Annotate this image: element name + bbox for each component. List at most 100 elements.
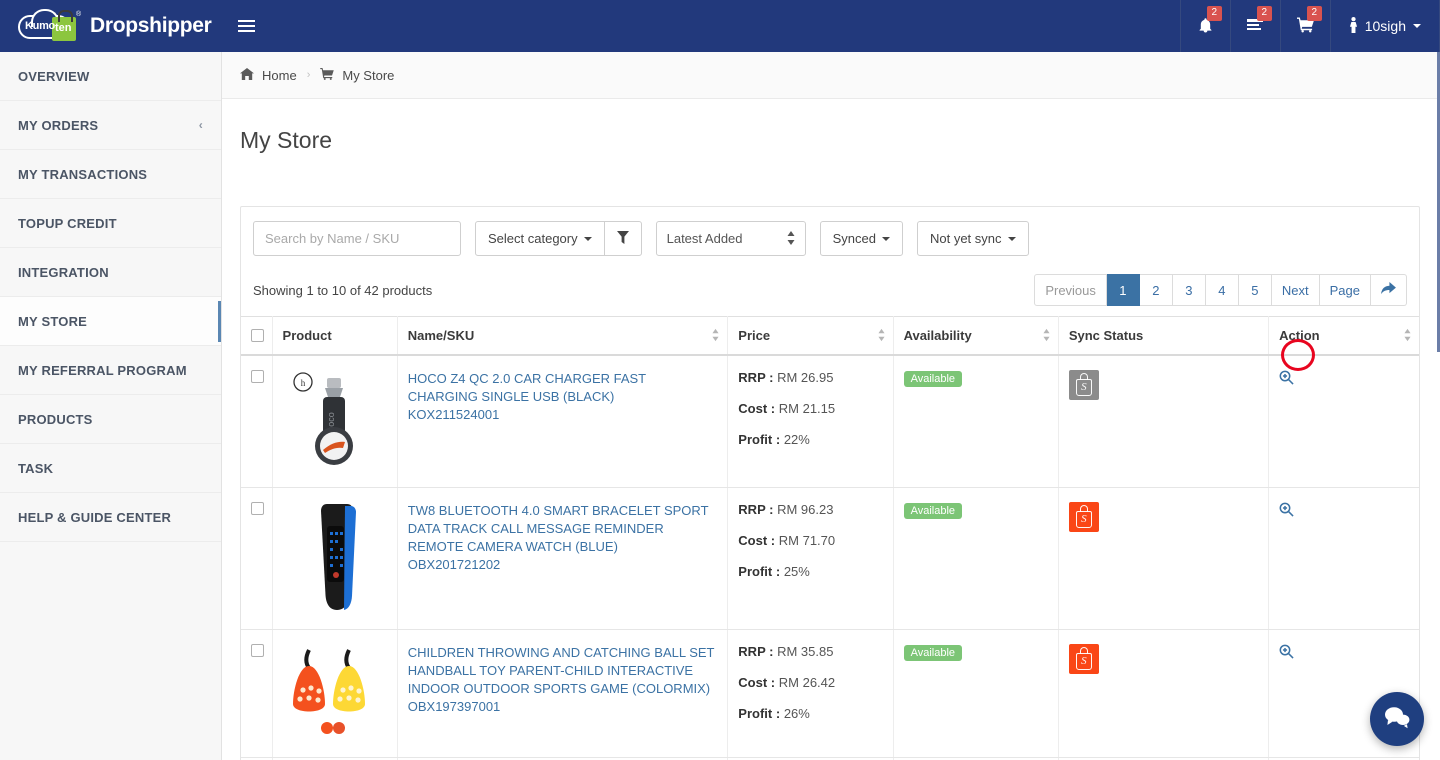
sort-icon <box>712 328 719 343</box>
shopee-bag-icon[interactable]: S <box>1068 370 1099 400</box>
product-name-link[interactable]: HOCO Z4 QC 2.0 CAR CHARGER FAST CHARGING… <box>408 370 718 406</box>
column-availability[interactable]: Availability <box>893 316 1059 356</box>
product-thumbnail[interactable] <box>287 502 383 615</box>
sort-select[interactable]: Latest Added <box>655 221 806 256</box>
hamburger-icon[interactable] <box>237 0 255 52</box>
user-menu[interactable]: 10sigh <box>1329 0 1440 52</box>
table-head: Product Name/SKU Price Availability Sync… <box>241 316 1419 356</box>
price-cell: RRP : RM 35.85 Cost : RM 26.42 Profit : 26… <box>727 629 894 758</box>
sort-icon <box>878 328 885 343</box>
logo-kumo-text: Kumo <box>25 20 55 32</box>
select-all-checkbox[interactable] <box>251 329 264 342</box>
profit-value: 26% <box>783 706 810 721</box>
chat-bubble-icon <box>1383 705 1411 734</box>
product-sku-link[interactable]: OBX201721202 <box>408 556 718 574</box>
arrow-right-icon <box>1381 282 1396 298</box>
product-thumbnail[interactable] <box>287 644 383 743</box>
pagination-row: Showing 1 to 10 of 42 products Previous 1… <box>241 266 1419 316</box>
product-sku-link[interactable]: KOX211524001 <box>408 406 718 424</box>
sidebar-item-task[interactable]: TASK <box>0 444 221 493</box>
chat-button[interactable] <box>1370 692 1424 746</box>
shopee-bag-icon[interactable]: S <box>1068 644 1099 674</box>
product-thumbnail[interactable]: h hoco <box>287 370 383 473</box>
chevron-down-icon <box>1413 24 1421 28</box>
select-category-button[interactable]: Select category <box>475 221 605 256</box>
sidebar-item-topup-credit[interactable]: TOPUP CREDIT <box>0 199 221 248</box>
product-name-cell: TW8 BLUETOOTH 4.0 SMART BRACELET SPORT D… <box>397 487 729 630</box>
sidebar-item-my-transactions[interactable]: MY TRANSACTIONS <box>0 150 221 199</box>
pagination-next[interactable]: Next <box>1271 274 1320 306</box>
products-toolbar: Select category Latest Added Synced <box>241 207 1419 266</box>
column-availability-label: Availability <box>903 328 972 343</box>
column-price[interactable]: Price <box>727 316 894 356</box>
profit-label: Profit : <box>738 432 781 447</box>
price-cell: RRP : RM 96.23 Cost : RM 71.70 Profit : 25… <box>727 487 894 630</box>
chevron-down-icon <box>583 236 592 241</box>
magnifier-icon[interactable] <box>1279 502 1294 521</box>
select-category-label: Select category <box>488 231 578 246</box>
pagination-go-button[interactable] <box>1371 274 1407 306</box>
shopee-bag-icon[interactable]: S <box>1068 502 1099 532</box>
profit-label: Profit : <box>738 564 781 579</box>
table-row: TW8 BLUETOOTH 4.0 SMART BRACELET SPORT D… <box>241 487 1419 630</box>
cost-label: Cost : <box>738 401 776 416</box>
search-input[interactable] <box>253 221 461 256</box>
sync-status-cell: S <box>1058 355 1270 488</box>
row-select-cell <box>241 355 273 488</box>
cart-button[interactable]: 2 <box>1279 0 1330 52</box>
sidebar: OVERVIEW MY ORDERS ‹ MY TRANSACTIONS TOPUP C… <box>0 52 222 760</box>
logo-registered-mark: ® <box>76 11 82 18</box>
row-checkbox[interactable] <box>251 370 264 383</box>
profit-value: 25% <box>783 564 810 579</box>
apply-filter-button[interactable] <box>604 221 642 256</box>
sidebar-item-help-guide-center[interactable]: HELP & GUIDE CENTER <box>0 493 221 542</box>
availability-cell: Available <box>893 629 1059 758</box>
pagination-page-5[interactable]: 5 <box>1238 274 1272 306</box>
messages-button[interactable]: 2 <box>1229 0 1280 52</box>
pagination-page-2[interactable]: 2 <box>1139 274 1173 306</box>
brand[interactable]: Kumo ten ® Dropshipper <box>0 0 212 52</box>
synced-filter-button[interactable]: Synced <box>819 221 903 256</box>
column-product-label: Product <box>282 328 332 343</box>
pagination-page-3[interactable]: 3 <box>1172 274 1206 306</box>
sidebar-item-products[interactable]: PRODUCTS <box>0 395 221 444</box>
rrp-value: RM 26.95 <box>777 370 834 385</box>
magnifier-icon[interactable] <box>1279 370 1294 389</box>
product-name-link[interactable]: TW8 BLUETOOTH 4.0 SMART BRACELET SPORT D… <box>408 502 718 556</box>
sort-icon <box>1404 328 1411 343</box>
brand-title: Dropshipper <box>90 14 212 37</box>
product-name-link[interactable]: CHILDREN THROWING AND CATCHING BALL SET … <box>408 644 718 698</box>
column-sync-status[interactable]: Sync Status <box>1058 316 1270 356</box>
sidebar-item-my-orders[interactable]: MY ORDERS ‹ <box>0 101 221 150</box>
sidebar-item-my-store[interactable]: MY STORE <box>0 297 221 346</box>
products-panel: Select category Latest Added Synced <box>240 206 1420 760</box>
pagination-page-1[interactable]: 1 <box>1106 274 1140 306</box>
cost-line: Cost : RM 21.15 <box>738 401 882 416</box>
row-checkbox[interactable] <box>251 502 264 515</box>
rrp-line: RRP : RM 96.23 <box>738 502 882 517</box>
column-name-sku[interactable]: Name/SKU <box>397 316 729 356</box>
action-cell <box>1268 355 1419 488</box>
breadcrumb-home[interactable]: Home <box>262 68 297 83</box>
sync-status-cell: S <box>1058 629 1270 758</box>
magnifier-icon[interactable] <box>1279 644 1294 663</box>
sidebar-item-integration[interactable]: INTEGRATION <box>0 248 221 297</box>
not-synced-filter-button[interactable]: Not yet sync <box>916 221 1029 256</box>
sidebar-item-my-referral-program[interactable]: MY REFERRAL PROGRAM <box>0 346 221 395</box>
messages-badge: 2 <box>1256 6 1272 21</box>
notifications-button[interactable]: 2 <box>1179 0 1230 52</box>
product-sku-link[interactable]: OBX197397001 <box>408 698 718 716</box>
products-table: Product Name/SKU Price Availability Sync… <box>241 316 1419 760</box>
logo-ten-text: ten <box>55 22 72 34</box>
pagination-previous[interactable]: Previous <box>1034 274 1107 306</box>
column-action[interactable]: Action <box>1268 316 1419 356</box>
pagination-page-label[interactable]: Page <box>1319 274 1371 306</box>
sidebar-item-label: INTEGRATION <box>18 264 109 280</box>
row-checkbox[interactable] <box>251 644 264 657</box>
sidebar-item-overview[interactable]: OVERVIEW <box>0 52 221 101</box>
kumoten-logo-icon: Kumo ten ® <box>18 9 82 43</box>
column-product[interactable]: Product <box>272 316 398 356</box>
column-name-sku-label: Name/SKU <box>407 328 475 343</box>
profit-line: Profit : 26% <box>738 706 882 721</box>
pagination-page-4[interactable]: 4 <box>1205 274 1239 306</box>
